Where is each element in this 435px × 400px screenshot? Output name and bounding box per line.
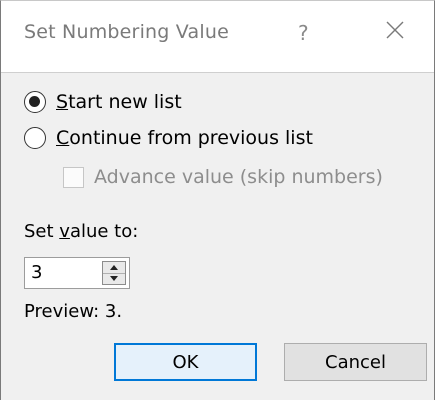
continue-previous-radio[interactable] bbox=[24, 127, 46, 149]
set-value-label-rest: alue to: bbox=[69, 221, 139, 242]
spin-buttons bbox=[102, 261, 126, 285]
help-icon[interactable]: ? bbox=[298, 21, 309, 45]
ok-button[interactable]: OK bbox=[114, 343, 257, 381]
title-bar: Set Numbering Value ? bbox=[1, 1, 434, 72]
start-new-list-label-rest: tart new list bbox=[68, 91, 182, 113]
set-numbering-value-dialog: Set Numbering Value ? Start new list Con… bbox=[0, 0, 435, 400]
start-new-list-accel: S bbox=[56, 91, 69, 113]
advance-value-label: Advance value (skip numbers) bbox=[94, 166, 383, 188]
spin-down-icon[interactable] bbox=[103, 273, 125, 284]
advance-value-checkbox[interactable] bbox=[63, 166, 84, 188]
start-new-list-label: Start new list bbox=[56, 91, 182, 113]
advance-value-option[interactable]: Advance value (skip numbers) bbox=[63, 166, 383, 188]
cancel-button[interactable]: Cancel bbox=[284, 343, 427, 381]
set-value-input[interactable]: 3 bbox=[31, 262, 42, 283]
continue-previous-accel: C bbox=[56, 127, 70, 149]
continue-previous-option[interactable]: Continue from previous list bbox=[24, 127, 313, 149]
set-value-spinner[interactable]: 3 bbox=[24, 257, 130, 289]
start-new-list-option[interactable]: Start new list bbox=[24, 91, 182, 113]
set-value-label: Set value to: bbox=[24, 221, 138, 242]
dialog-title: Set Numbering Value bbox=[24, 21, 229, 43]
preview-text: Preview: 3. bbox=[24, 301, 123, 322]
set-value-accel: v bbox=[59, 221, 70, 242]
continue-previous-label: Continue from previous list bbox=[56, 127, 313, 149]
start-new-list-radio[interactable] bbox=[24, 91, 46, 113]
set-value-label-prefix: Set bbox=[24, 221, 60, 242]
continue-previous-label-rest: ontinue from previous list bbox=[69, 127, 313, 149]
close-icon[interactable] bbox=[384, 19, 406, 41]
